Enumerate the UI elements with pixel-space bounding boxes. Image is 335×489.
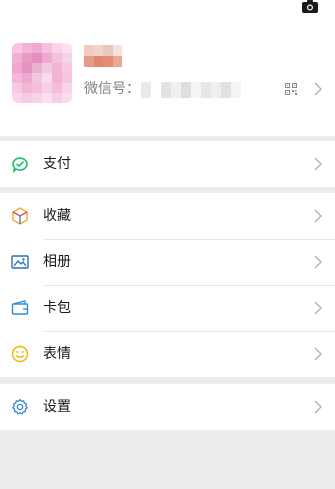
menu-item-album[interactable]: 相册 [0,239,335,285]
menu-item-label: 收藏 [43,208,71,224]
wechat-id-label: 微信号： [84,81,140,97]
nickname [84,45,122,67]
menu-item-label: 表情 [43,346,71,362]
menu-item-cards[interactable]: 卡包 [0,285,335,331]
menu-item-label: 相册 [43,254,71,270]
chevron-right-icon [314,301,322,315]
qr-code-icon[interactable] [285,83,297,95]
menu-item-label: 支付 [43,156,71,172]
wechat-id-value [141,82,241,98]
menu-item-stickers[interactable]: 表情 [0,331,335,377]
menu-group-settings: 设置 [0,384,335,430]
menu-group-main: 收藏 相册 卡包 表情 [0,193,335,377]
menu-item-label: 设置 [43,399,71,415]
avatar[interactable] [12,43,72,103]
menu-item-label: 卡包 [43,300,71,316]
menu-item-settings[interactable]: 设置 [0,384,335,430]
menu-group-pay: 支付 [0,141,335,187]
chevron-right-icon [314,255,322,269]
wallet-icon [12,157,28,173]
settings-gear-icon [12,398,28,415]
menu-item-favorites[interactable]: 收藏 [0,193,335,239]
chevron-right-icon [314,209,322,223]
photo-album-icon [11,255,29,269]
card-pack-icon [11,300,29,315]
menu-item-pay[interactable]: 支付 [0,141,335,187]
favorites-cube-icon [12,207,28,225]
chevron-right-icon [314,157,322,171]
chevron-right-icon [314,400,322,414]
profile-header[interactable]: 微信号： [0,0,335,136]
chevron-right-icon [314,82,322,96]
chevron-right-icon [314,347,322,361]
sticker-smile-icon [11,345,29,363]
camera-icon[interactable] [302,0,318,13]
